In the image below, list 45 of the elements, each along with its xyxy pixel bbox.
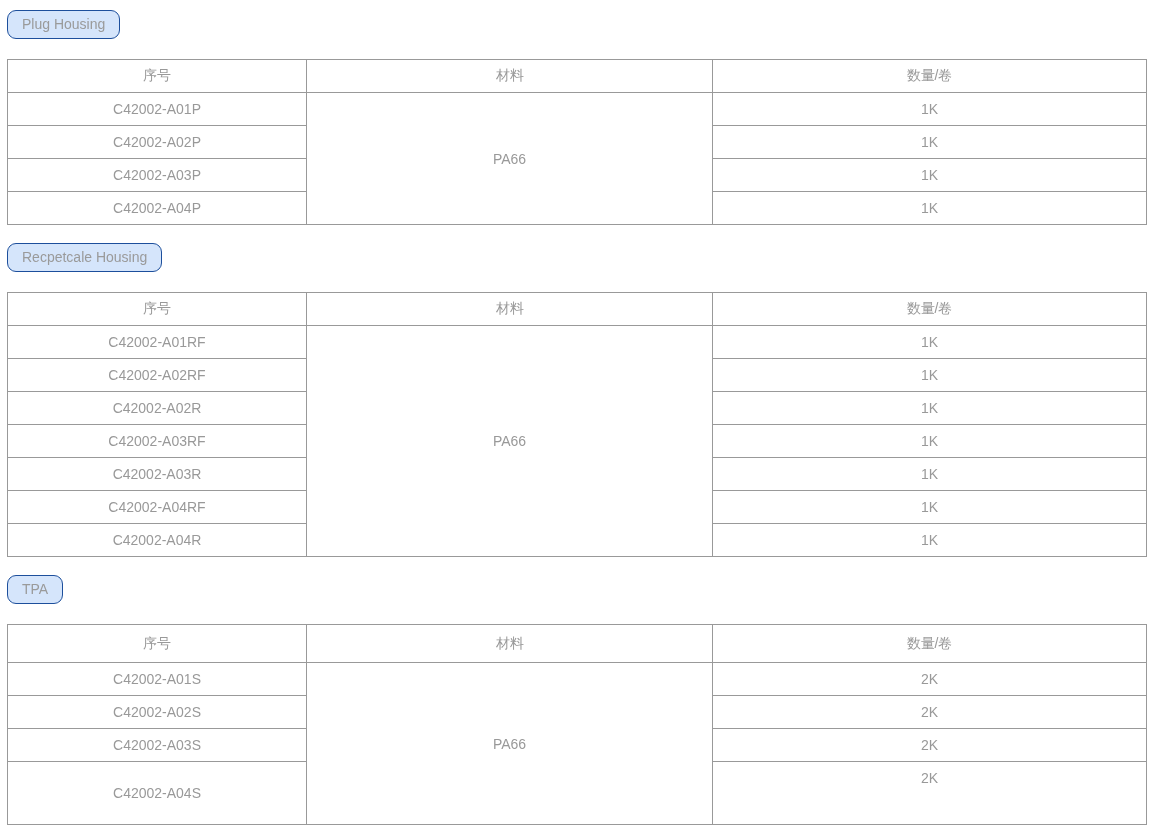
column-header: 序号 xyxy=(7,292,307,326)
table-cell: C42002-A04R xyxy=(7,523,307,557)
table-cell: 2K xyxy=(712,695,1147,729)
table-cell: C42002-A02R xyxy=(7,391,307,425)
column-header: 数量/卷 xyxy=(712,292,1147,326)
table-cell: 1K xyxy=(712,158,1147,192)
table-cell: 1K xyxy=(712,92,1147,126)
table-cell: 1K xyxy=(712,424,1147,458)
table-cell: 2K xyxy=(712,728,1147,762)
table-cell: C42002-A04S xyxy=(7,761,307,825)
table-cell: 1K xyxy=(712,358,1147,392)
table-cell: C42002-A01RF xyxy=(7,325,307,359)
table-cell: C42002-A04P xyxy=(7,191,307,225)
column-header: 序号 xyxy=(7,59,307,93)
section-title: Recpetcale Housing xyxy=(7,243,163,272)
table-cell: C42002-A02S xyxy=(7,695,307,729)
table-cell: C42002-A01P xyxy=(7,92,307,126)
table-cell: C42002-A04RF xyxy=(7,490,307,524)
table-cell: C42002-A03S xyxy=(7,728,307,762)
table-cell: PA66 xyxy=(306,325,713,557)
table-cell: C42002-A01S xyxy=(7,662,307,696)
table-cell: 1K xyxy=(712,391,1147,425)
table-cell: 1K xyxy=(712,457,1147,491)
table-cell: 1K xyxy=(712,523,1147,557)
table-cell: 2K xyxy=(712,761,1147,825)
column-header: 序号 xyxy=(7,624,307,663)
column-header: 材料 xyxy=(306,59,713,93)
table-cell: 1K xyxy=(712,490,1147,524)
table-cell: 1K xyxy=(712,191,1147,225)
table-cell: 1K xyxy=(712,325,1147,359)
table-cell: C42002-A02RF xyxy=(7,358,307,392)
column-header: 数量/卷 xyxy=(712,59,1147,93)
table-cell: PA66 xyxy=(306,662,713,825)
column-header: 数量/卷 xyxy=(712,624,1147,663)
table-cell: C42002-A03RF xyxy=(7,424,307,458)
table-cell: 2K xyxy=(712,662,1147,696)
section-title: TPA xyxy=(7,575,64,604)
section-title: Plug Housing xyxy=(7,10,121,39)
table-cell: C42002-A03R xyxy=(7,457,307,491)
table-cell: C42002-A02P xyxy=(7,125,307,159)
table-cell: PA66 xyxy=(306,92,713,225)
table-cell: C42002-A03P xyxy=(7,158,307,192)
column-header: 材料 xyxy=(306,292,713,326)
table-cell: 1K xyxy=(712,125,1147,159)
column-header: 材料 xyxy=(306,624,713,663)
